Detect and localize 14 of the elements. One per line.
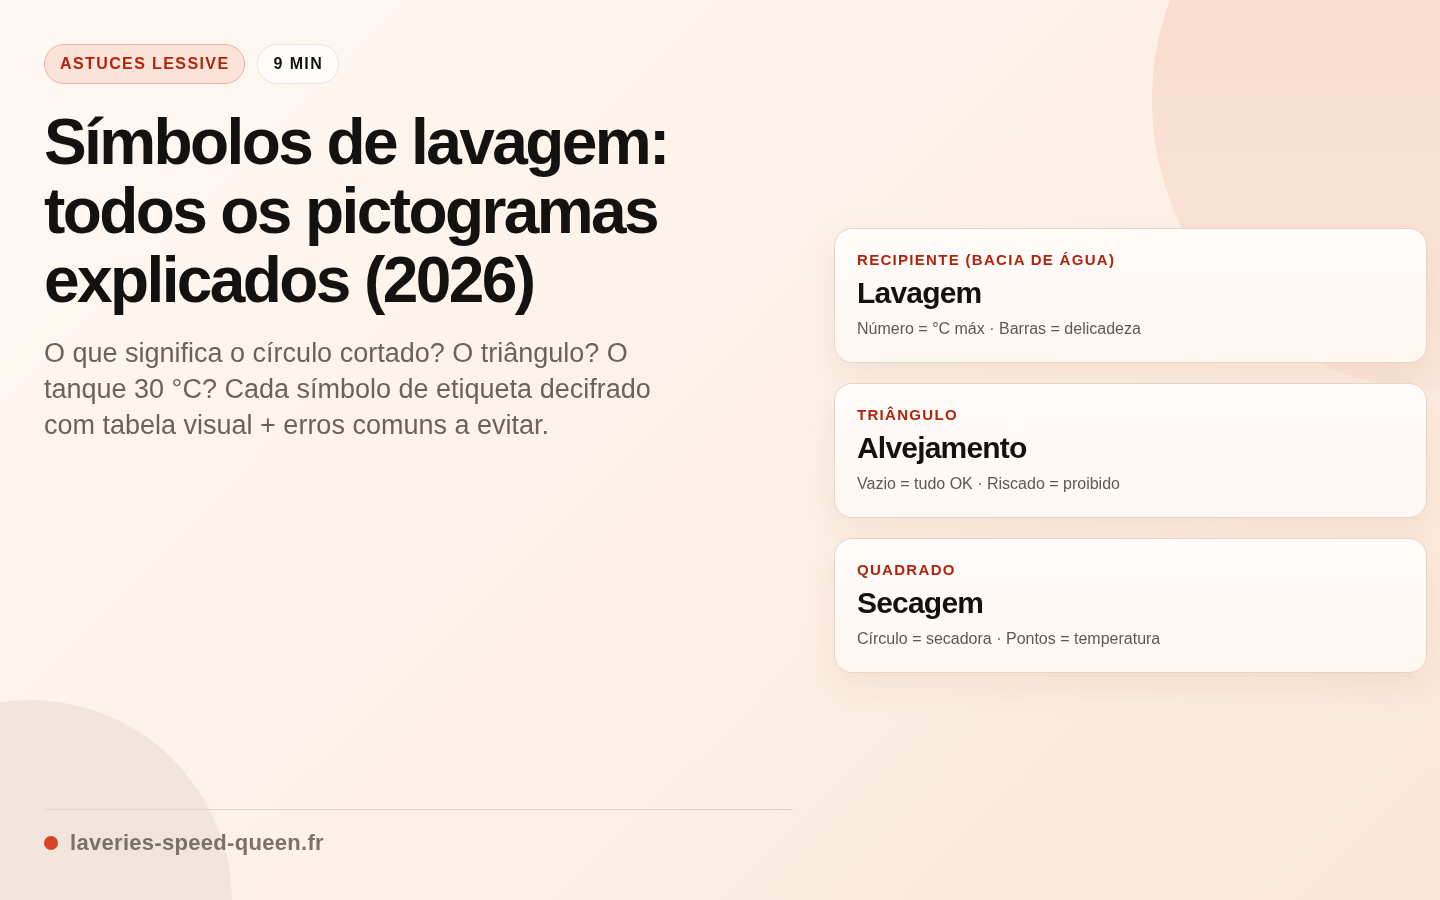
- card-title: Alvejamento: [857, 431, 1028, 465]
- card-eyebrow: RECIPIENTE (BACIA DE ÁGUA): [857, 251, 1117, 268]
- reading-time-tag: 9 MIN: [257, 44, 340, 84]
- card-eyebrow: QUADRADO: [857, 561, 957, 578]
- card-description: Círculo = secadora · Pontos = temperatura: [857, 630, 1162, 648]
- card-description: Número = °C máx · Barras = delicadeza: [857, 320, 1142, 338]
- card-eyebrow: TRIÂNGULO: [857, 406, 959, 423]
- site-domain: laveries-speed-queen.fr: [70, 830, 324, 856]
- card-title: Secagem: [857, 586, 985, 620]
- card-title: Lavagem: [857, 276, 983, 310]
- card-description: Vazio = tudo OK · Riscado = proibido: [857, 475, 1121, 493]
- headline: Símbolos de lavagem: todos os pictogramas explicados (2026): [44, 108, 669, 315]
- subtitle: O que significa o círculo cortado? O triângulo? O tanque 30 °C? Cada símbolo de etiqueta decifrado com tabela visual + erros comuns a evitar.: [44, 337, 652, 442]
- category-tag: ASTUCES LESSIVE: [44, 44, 246, 84]
